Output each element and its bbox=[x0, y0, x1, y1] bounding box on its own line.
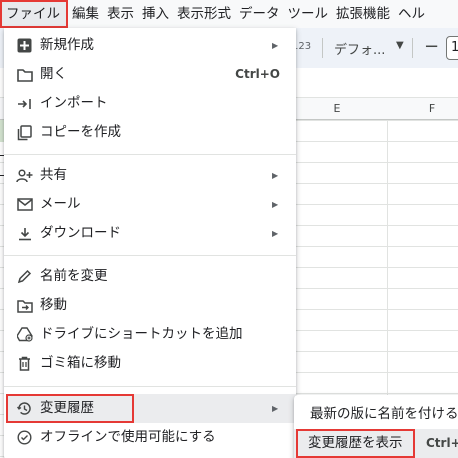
menu-item-label: オフラインで使用可能にする bbox=[40, 429, 216, 445]
menu-tools[interactable]: ツール bbox=[284, 0, 333, 28]
folder-icon bbox=[16, 66, 33, 83]
menu-item-open[interactable]: 開く Ctrl+O bbox=[4, 60, 296, 89]
menu-insert[interactable]: 挿入 bbox=[138, 0, 173, 28]
caret-down-icon[interactable]: ▼ bbox=[396, 40, 404, 51]
submenu-item-name-current-version[interactable]: 最新の版に名前を付ける bbox=[294, 400, 458, 429]
submenu-item-see-version-history[interactable]: 変更履歴を表示 Ctrl+A bbox=[294, 429, 458, 458]
copy-icon bbox=[16, 124, 33, 141]
drive-shortcut-icon bbox=[16, 326, 33, 343]
menu-view[interactable]: 表示 bbox=[103, 0, 138, 28]
menu-item-rename[interactable]: 名前を変更 bbox=[4, 262, 296, 291]
menu-item-add-shortcut[interactable]: ドライブにショートカットを追加 bbox=[4, 320, 296, 349]
mail-icon bbox=[16, 196, 33, 213]
menu-item-label: インポート bbox=[40, 95, 108, 111]
submenu-arrow-icon: ▶ bbox=[272, 41, 279, 50]
submenu-item-label: 最新の版に名前を付ける bbox=[310, 406, 458, 422]
offline-icon bbox=[16, 429, 33, 446]
menu-item-shortcut: Ctrl+O bbox=[235, 67, 280, 81]
submenu-arrow-icon: ▶ bbox=[272, 200, 279, 209]
menu-item-share[interactable]: 共有 ▶ bbox=[4, 161, 296, 190]
menu-item-label: コピーを作成 bbox=[40, 124, 121, 140]
menu-item-new[interactable]: 新規作成 ▶ bbox=[4, 31, 296, 60]
person-add-icon bbox=[16, 167, 33, 184]
submenu-item-label: 変更履歴を表示 bbox=[296, 429, 415, 458]
history-icon bbox=[16, 400, 33, 417]
menu-bar: ファイル 編集 表示 挿入 表示形式 データ ツール 拡張機能 ヘル bbox=[0, 0, 458, 28]
submenu-arrow-icon: ▶ bbox=[272, 404, 279, 413]
submenu-arrow-icon: ▶ bbox=[272, 229, 279, 238]
font-family-select[interactable]: デフォ... bbox=[334, 39, 385, 58]
menu-item-label: ダウンロード bbox=[40, 225, 121, 241]
menu-item-label: 名前を変更 bbox=[40, 268, 108, 284]
move-folder-icon bbox=[16, 297, 33, 314]
menu-item-email[interactable]: メール ▶ bbox=[4, 190, 296, 219]
menu-item-version-history-row[interactable]: ▶ bbox=[134, 394, 296, 423]
menu-item-label: 開く bbox=[40, 66, 67, 82]
trash-icon bbox=[16, 355, 33, 372]
column-header-f[interactable]: F bbox=[387, 98, 458, 120]
menu-item-label: 変更履歴 bbox=[40, 400, 94, 416]
column-header-e[interactable]: E bbox=[287, 98, 387, 120]
menu-help[interactable]: ヘル bbox=[394, 0, 429, 28]
menu-item-label: 新規作成 bbox=[40, 37, 94, 53]
menu-divider bbox=[4, 154, 296, 155]
plus-box-icon bbox=[16, 37, 33, 54]
toolbar-divider bbox=[322, 38, 323, 58]
menu-edit[interactable]: 編集 bbox=[68, 0, 103, 28]
decrease-font-size-button[interactable]: − bbox=[424, 36, 439, 57]
menu-data[interactable]: データ bbox=[235, 0, 284, 28]
menu-divider bbox=[4, 255, 296, 256]
font-size-input[interactable]: 1 bbox=[446, 36, 458, 60]
menu-item-import[interactable]: インポート bbox=[4, 89, 296, 118]
menu-item-label: ドライブにショートカットを追加 bbox=[40, 326, 243, 342]
rename-icon bbox=[16, 268, 33, 285]
menu-extensions[interactable]: 拡張機能 bbox=[332, 0, 394, 28]
toolbar-divider bbox=[412, 38, 413, 58]
menu-item-label: メール bbox=[40, 196, 81, 212]
menu-divider bbox=[4, 386, 296, 387]
submenu-item-shortcut: Ctrl+A bbox=[426, 436, 458, 450]
menu-item-version-history[interactable]: 変更履歴 bbox=[6, 394, 134, 423]
menu-item-label: 移動 bbox=[40, 297, 67, 313]
download-icon bbox=[16, 225, 33, 242]
menu-item-label: ゴミ箱に移動 bbox=[40, 355, 121, 371]
import-icon bbox=[16, 95, 33, 112]
menu-item-download[interactable]: ダウンロード ▶ bbox=[4, 219, 296, 248]
version-history-submenu: 最新の版に名前を付ける 変更履歴を表示 Ctrl+A bbox=[294, 395, 458, 458]
menu-file[interactable]: ファイル bbox=[0, 0, 68, 28]
menu-item-move[interactable]: 移動 bbox=[4, 291, 296, 320]
menu-item-label: 共有 bbox=[40, 167, 67, 183]
submenu-arrow-icon: ▶ bbox=[272, 171, 279, 180]
menu-item-offline[interactable]: オフラインで使用可能にする bbox=[4, 423, 296, 452]
menu-format[interactable]: 表示形式 bbox=[173, 0, 235, 28]
file-menu: 新規作成 ▶ 開く Ctrl+O インポート コピーを作成 共有 ▶ メール ▶ bbox=[4, 28, 296, 458]
menu-item-trash[interactable]: ゴミ箱に移動 bbox=[4, 349, 296, 378]
menu-item-make-copy[interactable]: コピーを作成 bbox=[4, 118, 296, 147]
